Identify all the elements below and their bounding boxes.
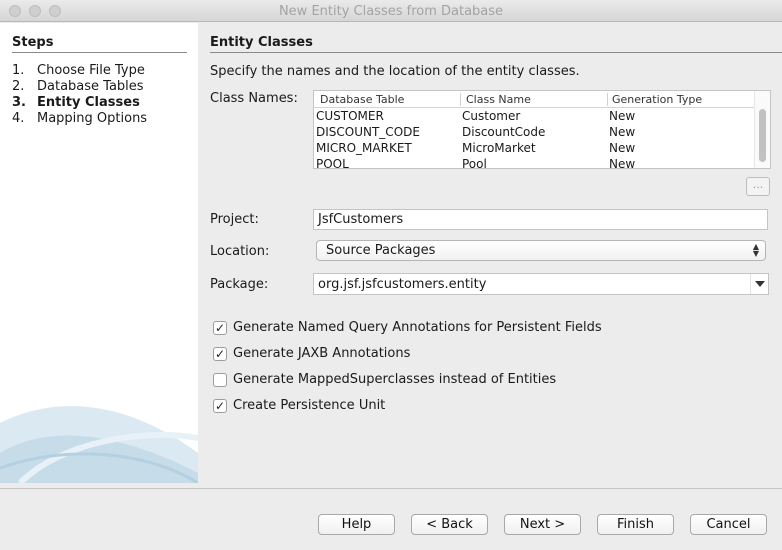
back-button[interactable]: < Back [411, 514, 488, 535]
package-dropdown-button[interactable] [750, 274, 768, 294]
column-header-generation-type[interactable]: Generation Type [612, 93, 702, 106]
column-header-class-name[interactable]: Class Name [466, 93, 531, 106]
checkbox[interactable]: ✓ [213, 347, 227, 361]
table-row[interactable]: DISCOUNT_CODE DiscountCode New [314, 125, 754, 141]
ellipsis-button[interactable]: ... [746, 177, 770, 196]
table-row[interactable]: MICRO_MARKET MicroMarket New [314, 141, 754, 157]
column-header-database-table[interactable]: Database Table [320, 93, 404, 106]
footer-divider [0, 488, 782, 489]
table-header: Database Table Class Name Generation Typ… [314, 91, 754, 108]
package-label: Package: [210, 277, 269, 292]
chevron-down-icon [755, 281, 765, 287]
content-heading: Entity Classes [210, 35, 782, 53]
description: Specify the names and the location of th… [210, 64, 580, 79]
table-row[interactable]: POOL Pool New [314, 157, 754, 168]
steps-heading: Steps [12, 35, 187, 53]
checkbox[interactable] [213, 373, 227, 387]
scrollbar-thumb[interactable] [759, 109, 766, 162]
next-button[interactable]: Next > [504, 514, 581, 535]
finish-button[interactable]: Finish [597, 514, 674, 535]
step-item: 1. Choose File Type [12, 63, 145, 78]
steps-list: 1. Choose File Type 2. Database Tables 3. E… [12, 63, 147, 127]
class-names-label: Class Names: [210, 91, 298, 106]
checkbox[interactable]: ✓ [213, 321, 227, 335]
checkbox[interactable]: ✓ [213, 399, 227, 413]
project-label: Project: [210, 212, 259, 227]
location-select[interactable]: Source Packages ▲ ▼ [316, 240, 766, 261]
help-button[interactable]: Help [318, 514, 395, 535]
package-value: org.jsf.jsfcustomers.entity [318, 277, 487, 292]
step-item-active: 3. Entity Classes [12, 95, 140, 110]
step-item: 4. Mapping Options [12, 111, 148, 126]
package-combobox[interactable]: org.jsf.jsfcustomers.entity [313, 273, 769, 295]
step-item: 2. Database Tables [12, 79, 144, 94]
location-label: Location: [210, 244, 270, 259]
project-field[interactable]: JsfCustomers [313, 209, 768, 230]
title-bar: New Entity Classes from Database [0, 0, 782, 22]
table-scrollbar[interactable] [754, 91, 770, 168]
location-value: Source Packages [326, 243, 436, 258]
table-row[interactable]: CUSTOMER Customer New [314, 109, 754, 125]
window-title: New Entity Classes from Database [278, 4, 504, 19]
class-names-table[interactable]: Database Table Class Name Generation Typ… [313, 90, 771, 169]
decorative-swoosh [0, 406, 198, 483]
up-down-arrows-icon: ▲ ▼ [752, 242, 759, 258]
cancel-button[interactable]: Cancel [690, 514, 767, 535]
steps-panel: Steps 1. Choose File Type 2. Database Tabl… [0, 23, 198, 483]
